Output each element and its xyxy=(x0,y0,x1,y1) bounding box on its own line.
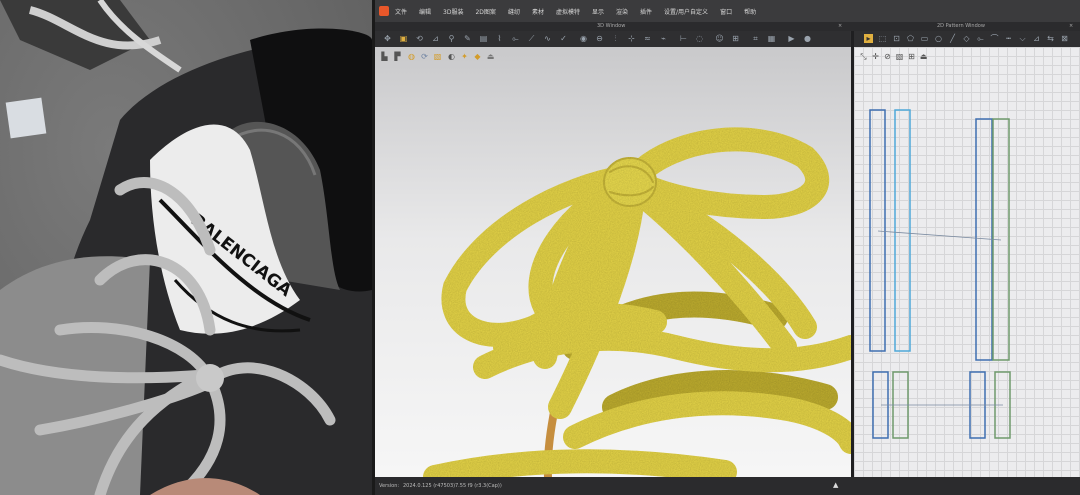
tack-icon[interactable]: ⊹ xyxy=(627,34,636,43)
move-icon[interactable]: ▣ xyxy=(399,34,408,43)
viewport-3d[interactable]: ▙ ▛ ◍ ⟳ ▧ ◐ ✦ ◆ ⏏ xyxy=(375,47,851,477)
grade-icon[interactable]: ⊠ xyxy=(1060,34,1069,43)
polygon-icon[interactable]: ⬠ xyxy=(906,34,915,43)
menu-materials[interactable]: 素材 xyxy=(532,7,544,16)
internal-line-icon[interactable]: ╱ xyxy=(948,34,957,43)
version-label: Version: xyxy=(379,483,400,489)
symmetry-icon[interactable]: ⇆ xyxy=(1046,34,1055,43)
fold-icon[interactable]: ⊿ xyxy=(1032,34,1041,43)
transform-icon[interactable]: ⬚ xyxy=(878,34,887,43)
menu-edit[interactable]: 编辑 xyxy=(419,7,431,16)
status-bar: Version: 2024.0.125 (r47503) 7.55 f9 (r3… xyxy=(375,477,1080,495)
dart-icon[interactable]: ◇ xyxy=(962,34,971,43)
arrange-icon[interactable]: ⊞ xyxy=(731,34,740,43)
grid-icon[interactable]: ⌗ xyxy=(751,34,760,43)
shoelace-3d-model[interactable] xyxy=(375,47,851,477)
texture-icon[interactable]: ▦ xyxy=(767,34,776,43)
window-tab-row: 3D Window × 2D Pattern Window × xyxy=(375,22,1080,31)
select-icon[interactable]: ✥ xyxy=(383,34,392,43)
triangle-up-icon[interactable]: ▲ xyxy=(833,481,838,489)
toolbar-3d: ✥ ▣ ⟲ ⊿ ⚲ ✎ ▤ ⌇ ⟜ ⟋ ∿ ✓ ◉ ⊖ ⫶ ⊹ ≈ ⌁ ⊢ ◌ … xyxy=(375,31,850,48)
fold-icon[interactable]: ⊿ xyxy=(431,34,440,43)
sew-icon[interactable]: ⟜ xyxy=(976,34,985,43)
sew-icon[interactable]: ⟜ xyxy=(511,34,520,43)
notch-icon[interactable]: ⌵ xyxy=(1018,34,1027,43)
menu-settings[interactable]: 设置/用户自定义 xyxy=(664,7,708,16)
tab-3d-window[interactable]: 3D Window xyxy=(597,22,625,31)
menu-2d-pattern[interactable]: 2D图案 xyxy=(475,7,495,16)
brush-icon[interactable]: ✎ xyxy=(463,34,472,43)
sneaker-photo: BALENCIAGA xyxy=(0,0,372,495)
menu-plugins[interactable]: 插件 xyxy=(640,7,652,16)
trace-icon[interactable]: ⌒ xyxy=(990,34,999,43)
menu-bar: 文件 编辑 3D服装 2D图案 缝纫 素材 虚拟模特 显示 渲染 插件 设置/用… xyxy=(375,0,1080,22)
menu-avatar[interactable]: 虚拟模特 xyxy=(556,7,580,16)
check-sew-icon[interactable]: ✓ xyxy=(559,34,568,43)
reference-photo: BALENCIAGA xyxy=(0,0,372,495)
fabric-icon[interactable]: ▤ xyxy=(479,34,488,43)
free-sew-icon[interactable]: ∿ xyxy=(543,34,552,43)
toolbar-2d: ▸ ⬚ ⊡ ⬠ ▭ ○ ╱ ◇ ⟜ ⌒ ┅ ⌵ ⊿ ⇆ ⊠ xyxy=(854,31,1080,48)
app-window: 文件 编辑 3D服装 2D图案 缝纫 素材 虚拟模特 显示 渲染 插件 设置/用… xyxy=(375,0,1080,495)
topstitch-icon[interactable]: ┅ xyxy=(1004,34,1013,43)
menu-render[interactable]: 渲染 xyxy=(616,7,628,16)
rotate-icon[interactable]: ⟲ xyxy=(415,34,424,43)
record-icon[interactable]: ● xyxy=(803,34,812,43)
edit-point-icon[interactable]: ⊡ xyxy=(892,34,901,43)
pattern-pieces[interactable] xyxy=(854,47,1080,477)
measure-icon[interactable]: ⊢ xyxy=(679,34,688,43)
menu-window[interactable]: 窗口 xyxy=(720,7,732,16)
line-sew-icon[interactable]: ⟋ xyxy=(527,34,536,43)
menu-3d-garment[interactable]: 3D服装 xyxy=(443,7,463,16)
avatar-icon[interactable]: ☺ xyxy=(715,34,724,43)
pin-icon[interactable]: ⚲ xyxy=(447,34,456,43)
elastic-icon[interactable]: ⌁ xyxy=(659,34,668,43)
menu-help[interactable]: 帮助 xyxy=(744,7,756,16)
tab-2d-pattern-window[interactable]: 2D Pattern Window xyxy=(937,22,985,31)
rectangle-icon[interactable]: ▭ xyxy=(920,34,929,43)
version-value: 2024.0.125 (r47503) xyxy=(403,483,456,489)
close-3d-window-icon[interactable]: × xyxy=(838,22,842,31)
close-2d-window-icon[interactable]: × xyxy=(1069,22,1073,31)
app-logo-icon xyxy=(379,6,389,16)
menu-file[interactable]: 文件 xyxy=(395,7,407,16)
buttonhole-icon[interactable]: ⊖ xyxy=(595,34,604,43)
zipper-icon[interactable]: ⫶ xyxy=(611,34,620,43)
menu-display[interactable]: 显示 xyxy=(592,7,604,16)
seam-icon[interactable]: ⌇ xyxy=(495,34,504,43)
mode-value: 7.55 f9 (r3.3(Cap)) xyxy=(455,483,502,489)
button-icon[interactable]: ◉ xyxy=(579,34,588,43)
select-icon[interactable]: ▸ xyxy=(864,34,873,43)
circumference-icon[interactable]: ◌ xyxy=(695,34,704,43)
puckering-icon[interactable]: ≈ xyxy=(643,34,652,43)
viewport-2d-pattern[interactable]: ⤡ ✛ ⊘ ▧ ⊞ ⏏ xyxy=(854,47,1080,477)
simulate-icon[interactable]: ▶ xyxy=(787,34,796,43)
circle-icon[interactable]: ○ xyxy=(934,34,943,43)
menu-sewing[interactable]: 缝纫 xyxy=(508,7,520,16)
